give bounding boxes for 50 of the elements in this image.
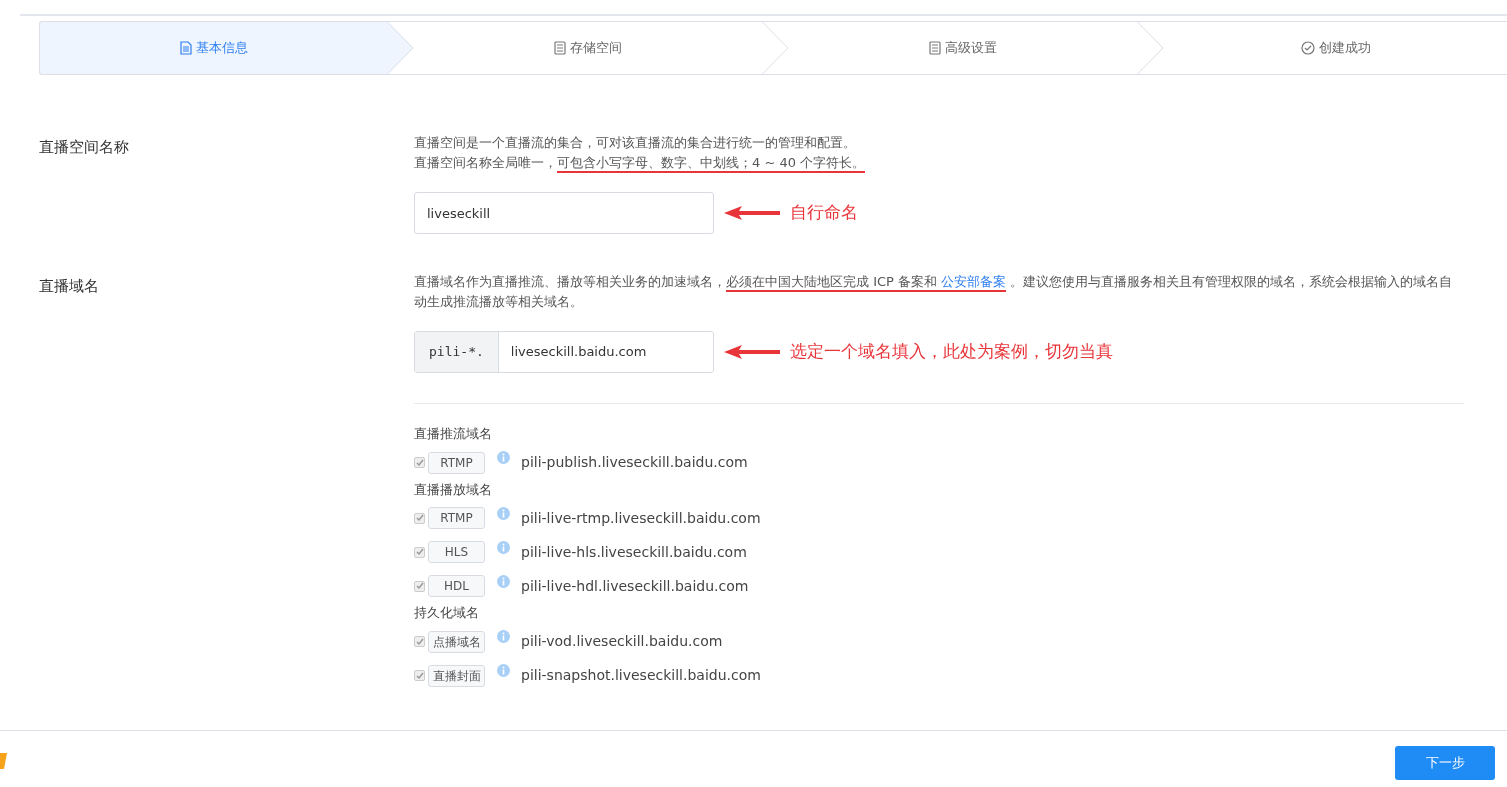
info-icon[interactable] [497,540,510,554]
step-tab[interactable]: 高级设置 [789,21,1137,75]
description-text: 直播空间是一个直播流的集合，可对该直播流的集合进行统一的管理和配置。 [414,134,857,152]
group-title: 直播播放域名 [414,480,493,499]
document-icon [179,41,192,55]
protocol-tag: 点播域名 [428,630,485,653]
info-icon[interactable] [497,664,510,677]
checkbox[interactable] [414,512,425,524]
checkbox[interactable] [414,636,425,647]
list-icon [929,41,941,55]
domain-input-field[interactable]: pili-*. liveseckill.baidu.com [414,331,714,373]
field-label: 直播域名 [39,276,100,297]
check-circle-icon [1300,41,1315,55]
protocol-tag: 直播封面 [428,664,485,687]
domain-text: pili-vod.liveseckill.baidu.com [521,632,723,651]
domain-text: pili-live-hdl.liveseckill.baidu.com [521,576,749,596]
link[interactable]: 公安部备案 [941,274,1007,292]
next-button[interactable]: 下一步 [1395,746,1495,780]
group-title: 直播推流域名 [414,425,493,443]
step-tab[interactable]: 创建成功 [1164,21,1507,75]
domain-text: pili-live-rtmp.liveseckill.baidu.com [521,508,761,528]
info-icon[interactable] [497,630,510,643]
field-label: 直播空间名称 [39,137,130,158]
protocol-tag: HDL [428,575,485,597]
checkbox[interactable] [414,670,425,681]
annotation-arrow [724,344,780,360]
protocol-tag: RTMP [428,507,485,529]
info-icon[interactable] [497,574,510,588]
info-icon[interactable] [497,506,510,520]
checkbox[interactable] [414,546,425,558]
annotation-arrow [724,205,780,221]
list-icon [554,41,566,55]
protocol-tag: RTMP [428,451,485,474]
step-tab[interactable]: 存储空间 [414,21,762,75]
step-separator-chevron [387,21,414,75]
domain-text: pili-publish.liveseckill.baidu.com [521,453,748,472]
domain-text: pili-snapshot.liveseckill.baidu.com [521,666,761,685]
protocol-tag: HLS [428,541,485,563]
step-separator-chevron [1137,21,1164,75]
description-text: 直播域名作为直播推流、播放等相关业务的加速域名，必须在中国大陆地区完成 ICP 备案和 公安部备案 。建议您使用与直播服务相关且有管理权限的域名，系统会根据输入的域名自动生成推流播放等相关域名。 [414,273,1454,311]
info-icon[interactable] [497,451,510,464]
name-input-field[interactable]: liveseckill [414,192,714,234]
group-title: 持久化域名 [414,604,480,622]
annotation-text: 自行命名 [790,201,858,225]
domain-text: pili-live-hls.liveseckill.baidu.com [521,542,747,562]
description-text: 直播空间名称全局唯一，可包含小写字母、数字、中划线；4 ~ 40 个字符长。 [414,153,1464,173]
checkbox[interactable] [414,457,425,468]
step-separator-chevron [762,21,789,75]
checkbox[interactable] [414,580,425,592]
annotation-text: 选定一个域名填入，此处为案例，切勿当真 [790,340,1113,364]
